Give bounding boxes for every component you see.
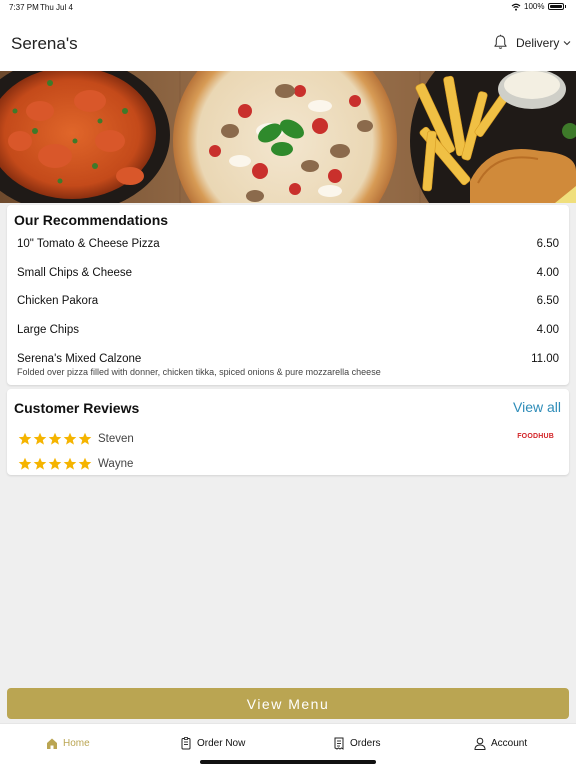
hero-banner (0, 71, 576, 203)
home-indicator (200, 760, 376, 764)
star-icon (78, 432, 92, 445)
home-icon (47, 738, 57, 749)
foodhub-logo: FOODHUB (517, 433, 554, 440)
status-indicators: 100% (511, 2, 566, 11)
item-price: 4.00 (536, 324, 559, 336)
chevron-down-icon (563, 41, 571, 46)
tab-label: Order Now (197, 738, 246, 749)
recommendation-item[interactable]: Serena's Mixed Calzone 11.00 Folded over… (17, 353, 559, 377)
item-price: 6.50 (536, 238, 559, 250)
review-item: Steven (18, 432, 134, 446)
wifi-icon (511, 3, 521, 11)
review-item: Wayne (18, 457, 133, 471)
status-bar: 7:37 PM Thu Jul 4 100% (0, 0, 576, 14)
tab-orders[interactable]: Orders (333, 737, 381, 750)
recommendation-item[interactable]: Chicken Pakora 6.50 (17, 295, 559, 307)
tab-label: Home (63, 738, 90, 749)
bell-icon[interactable] (493, 34, 508, 50)
star-icon (48, 432, 62, 445)
star-icon (78, 457, 92, 470)
status-date: Thu Jul 4 (40, 3, 73, 12)
star-icon (18, 457, 32, 470)
app-header: Serena's Delivery (0, 14, 576, 71)
recommendation-item[interactable]: Small Chips & Cheese 4.00 (17, 267, 559, 279)
recommendation-item[interactable]: Large Chips 4.00 (17, 324, 559, 336)
reviews-title: Customer Reviews (14, 400, 140, 416)
star-icon (48, 457, 62, 470)
order-icon (181, 737, 191, 750)
star-rating (18, 432, 92, 446)
battery-icon (547, 3, 564, 10)
user-icon (474, 737, 486, 750)
star-icon (33, 432, 47, 445)
recommendation-item[interactable]: 10" Tomato & Cheese Pizza 6.50 (17, 238, 559, 250)
tab-label: Orders (350, 738, 381, 749)
item-name: Large Chips (17, 324, 80, 336)
delivery-mode-selector[interactable]: Delivery (516, 36, 571, 50)
battery-percent: 100% (524, 2, 545, 11)
star-rating (18, 457, 92, 471)
recommendations-title: Our Recommendations (14, 212, 169, 228)
star-icon (33, 457, 47, 470)
status-time: 7:37 PM (9, 3, 39, 12)
restaurant-name: Serena's (11, 34, 78, 53)
item-name: Serena's Mixed Calzone (17, 353, 142, 365)
tab-order-now[interactable]: Order Now (180, 737, 245, 750)
view-menu-button[interactable]: View Menu (7, 688, 569, 719)
view-all-link[interactable]: View all (513, 399, 561, 415)
item-price: 4.00 (536, 267, 559, 279)
item-price: 11.00 (531, 353, 559, 365)
item-name: Chicken Pakora (17, 295, 99, 307)
item-name: Small Chips & Cheese (17, 267, 133, 279)
tab-account[interactable]: Account (474, 737, 527, 750)
star-icon (63, 432, 77, 445)
receipt-icon (334, 737, 344, 750)
item-price: 6.50 (536, 295, 559, 307)
item-name: 10" Tomato & Cheese Pizza (17, 238, 160, 250)
item-description: Folded over pizza filled with donner, ch… (17, 367, 381, 377)
star-icon (18, 432, 32, 445)
star-icon (63, 457, 77, 470)
delivery-label: Delivery (516, 36, 560, 50)
tab-home[interactable]: Home (46, 737, 90, 750)
reviewer-name: Wayne (98, 458, 134, 470)
customer-reviews-card: Customer Reviews View all Steven Wayne F… (7, 389, 569, 475)
food-banner-image (0, 71, 576, 203)
reviewer-name: Steven (98, 433, 134, 445)
recommendations-card: Our Recommendations 10" Tomato & Cheese … (7, 205, 569, 385)
tab-label: Account (491, 738, 528, 749)
